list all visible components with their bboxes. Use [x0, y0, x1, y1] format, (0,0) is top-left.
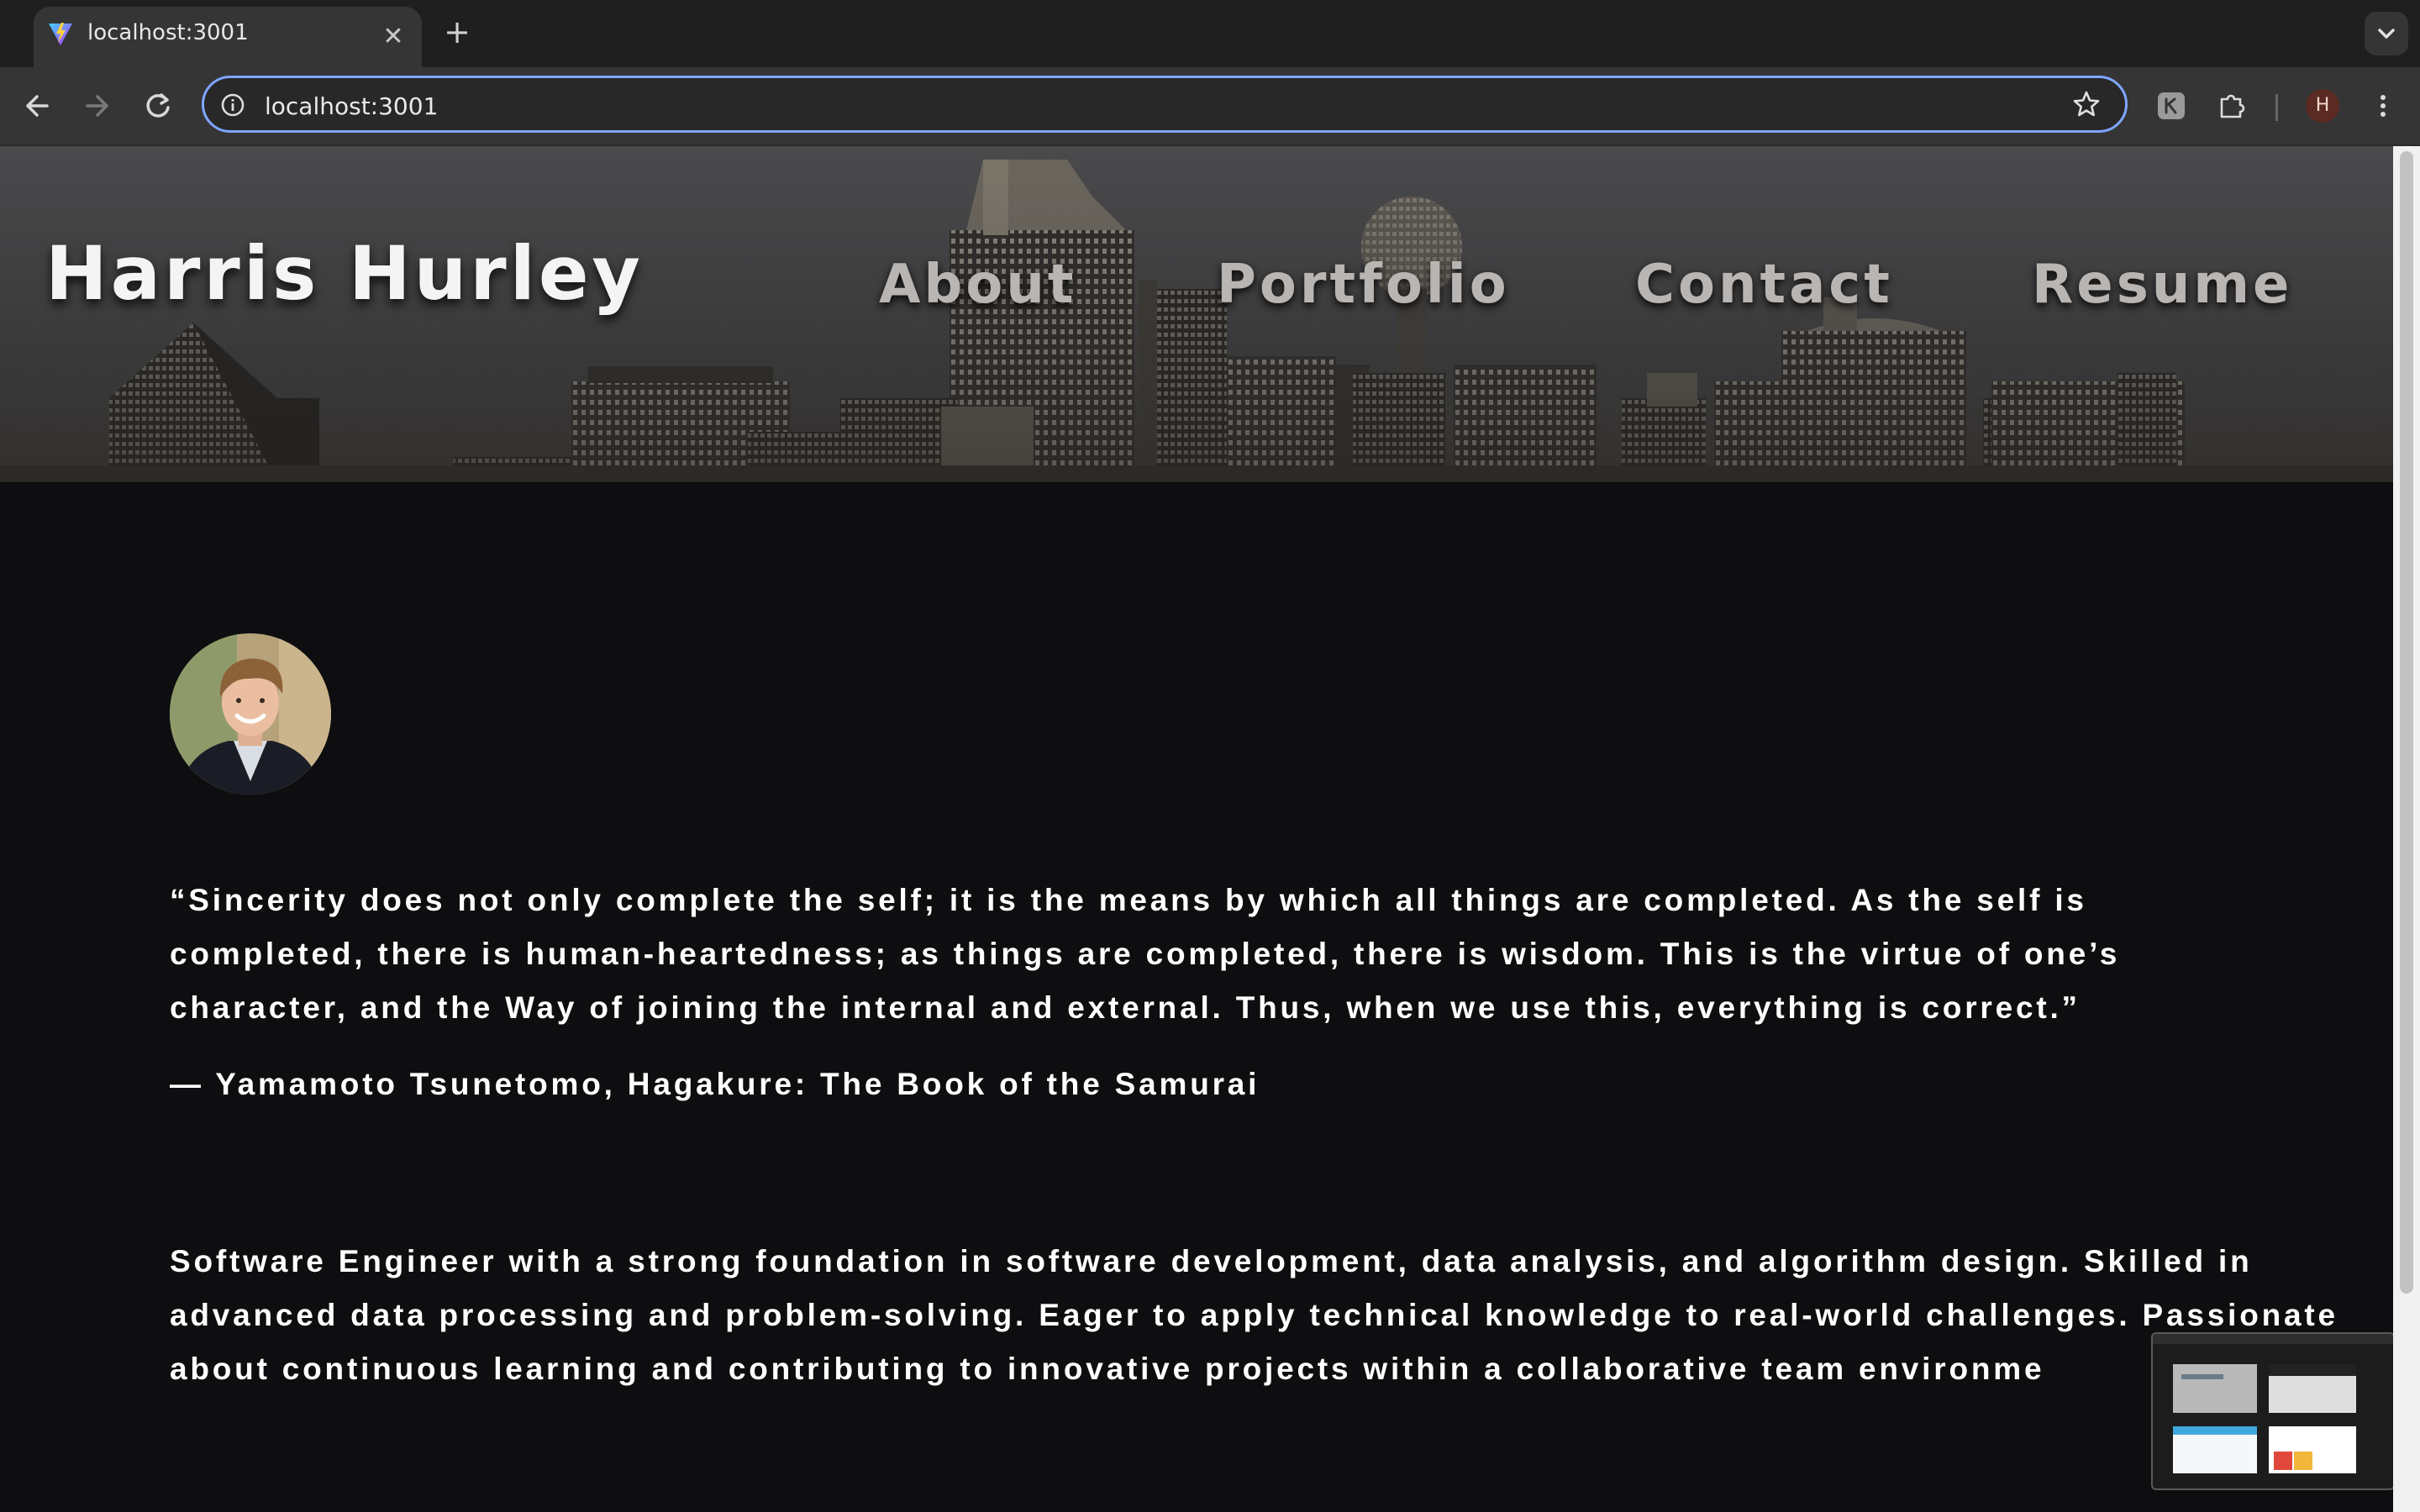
- close-tab-icon[interactable]: ✕: [378, 22, 408, 52]
- tab-title: localhost:3001: [87, 20, 249, 45]
- preview-grid-image: [2153, 1334, 2393, 1488]
- page-scrollbar[interactable]: [2393, 146, 2420, 1512]
- extensions-puzzle-icon[interactable]: [2217, 91, 2247, 121]
- url-text[interactable]: localhost:3001: [265, 92, 438, 120]
- nav-link-resume[interactable]: Resume: [2032, 254, 2292, 316]
- nav-link-portfolio[interactable]: Portfolio: [1217, 254, 1510, 316]
- browser-toolbar: localhost:3001 H: [0, 67, 2420, 146]
- new-tab-button[interactable]: +: [440, 15, 474, 49]
- site-title: Harris Hurley: [45, 230, 644, 317]
- reload-icon[interactable]: [138, 86, 178, 126]
- profile-photo: [170, 633, 331, 795]
- nav-link-contact[interactable]: Contact: [1635, 254, 1893, 316]
- browser-tab-strip: localhost:3001 ✕ +: [0, 0, 2420, 67]
- back-arrow-icon[interactable]: [17, 86, 57, 126]
- portrait-image: [170, 633, 331, 795]
- kebab-menu-icon[interactable]: [2368, 91, 2398, 121]
- tab-search-button[interactable]: [2365, 12, 2408, 55]
- bio-paragraph: Software Engineer with a strong foundati…: [170, 1244, 2338, 1386]
- bookmark-star-icon[interactable]: [2071, 89, 2102, 119]
- extension-badge-icon[interactable]: [2156, 91, 2186, 121]
- nav-link-about[interactable]: About: [879, 254, 1076, 316]
- profile-avatar[interactable]: H: [2306, 89, 2339, 123]
- browser-tab[interactable]: localhost:3001 ✕: [34, 7, 422, 67]
- toolbar-divider: [2275, 94, 2278, 121]
- quote-attribution: — Yamamoto Tsunetomo, Hagakure: The Book…: [170, 1067, 1260, 1101]
- samurai-quote: “Sincerity does not only complete the se…: [170, 883, 2121, 1025]
- vite-favicon-icon: [49, 23, 72, 45]
- site-info-icon[interactable]: [219, 92, 246, 118]
- forward-arrow-icon[interactable]: [77, 86, 118, 126]
- scrollbar-thumb[interactable]: [2400, 151, 2413, 1294]
- chevron-down-icon: [2378, 29, 2395, 39]
- hero-header: Harris Hurley About Portfolio Contact Re…: [0, 146, 2393, 482]
- address-bar[interactable]: localhost:3001: [202, 76, 2128, 133]
- page-viewport: Harris Hurley About Portfolio Contact Re…: [0, 146, 2393, 1512]
- window-preview-thumbnail[interactable]: [2151, 1332, 2393, 1490]
